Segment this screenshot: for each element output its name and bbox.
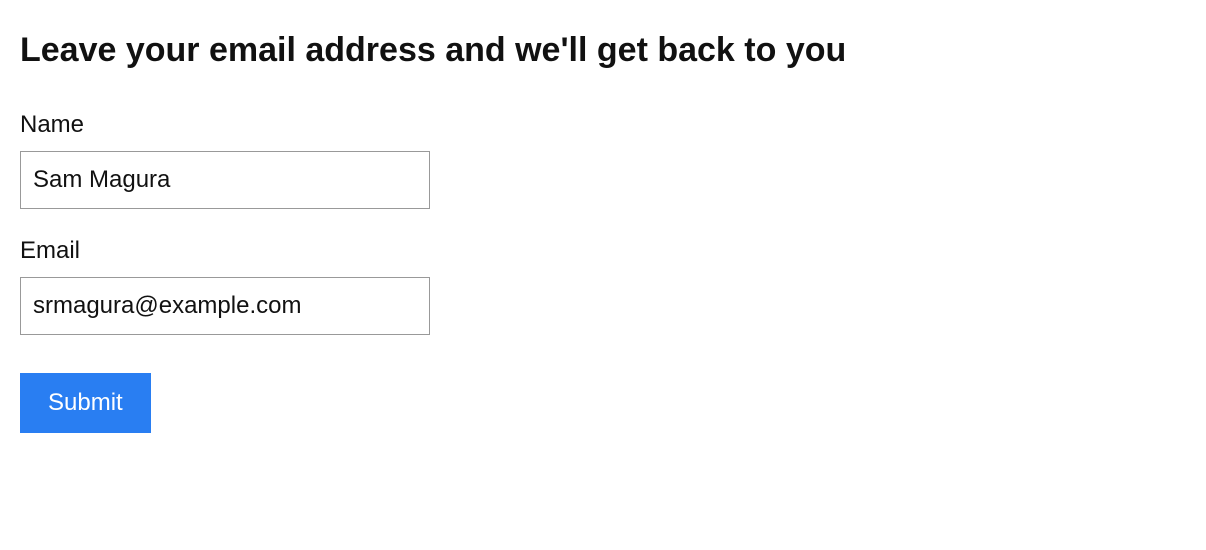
name-field[interactable] <box>20 151 430 209</box>
name-label: Name <box>20 111 1186 139</box>
email-group: Email <box>20 237 1186 335</box>
email-field[interactable] <box>20 277 430 335</box>
submit-button[interactable]: Submit <box>20 373 151 433</box>
name-group: Name <box>20 111 1186 209</box>
email-label: Email <box>20 237 1186 265</box>
page-title: Leave your email address and we'll get b… <box>20 30 1186 71</box>
contact-form: Name Email Submit <box>20 111 1186 433</box>
